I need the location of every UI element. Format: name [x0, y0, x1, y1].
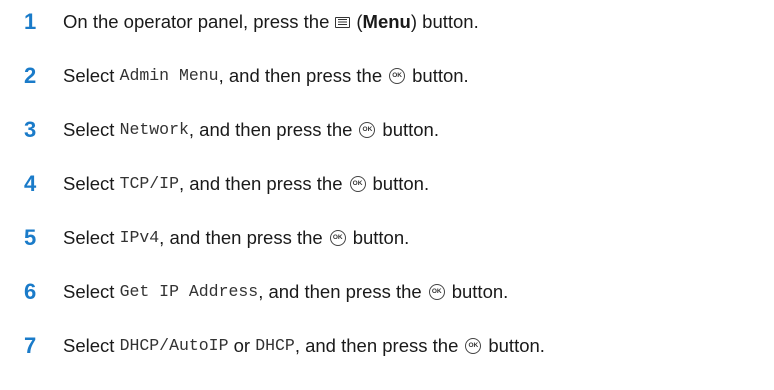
ok-button-icon: OK — [359, 122, 376, 138]
step-number: 6 — [24, 279, 37, 304]
step-text-part: On the operator panel, press the — [63, 11, 330, 32]
menu-button-name: Menu — [362, 11, 411, 32]
step-text-part: , and then press the — [159, 227, 323, 248]
step-number: 4 — [24, 171, 37, 196]
step-text-part: button. — [372, 173, 430, 194]
step-text-part: , and then press the — [178, 173, 343, 194]
step-text-part: button. — [352, 227, 410, 248]
step-text-part: button. — [412, 65, 469, 86]
menu-item-name: Network — [119, 120, 189, 139]
step-text-part: button. — [382, 119, 439, 140]
menu-item-name: DHCP — [255, 336, 295, 355]
step-text: Select IPv4, and then press the OK butto… — [63, 220, 409, 256]
step-text-part: ) button. — [410, 11, 479, 32]
step-number: 3 — [24, 117, 37, 142]
step-text: Select Admin Menu, and then press the OK… — [63, 58, 469, 94]
ok-button-icon: OK — [389, 68, 406, 84]
ok-button-icon: OK — [329, 230, 346, 246]
step-text: Select TCP/IP, and then press the OK but… — [63, 166, 429, 202]
step-text: Select Get IP Address, and then press th… — [63, 274, 508, 310]
step-text-part: Select — [63, 335, 115, 356]
menu-item-name: Get IP Address — [119, 282, 259, 301]
ok-button-icon: OK — [349, 176, 366, 192]
step-text-part: or — [233, 335, 251, 356]
step-text-part: Select — [63, 65, 115, 86]
step-text-part: Select — [63, 227, 115, 248]
menu-item-name: TCP/IP — [119, 174, 179, 193]
step-number: 1 — [24, 9, 37, 34]
menu-item-name: IPv4 — [119, 228, 160, 247]
step-text-part: Select — [63, 281, 115, 302]
step-text-part: Select — [63, 119, 115, 140]
menu-item-name: Admin Menu — [119, 66, 219, 85]
step-text-part: , and then press the — [188, 119, 353, 140]
step-text-part: Select — [63, 173, 115, 194]
instruction-steps: 1 On the operator panel, press the (Menu… — [0, 0, 774, 390]
step-text-part: , and then press the — [294, 335, 459, 356]
step-number: 2 — [24, 63, 37, 88]
step-text: Select Network, and then press the OK bu… — [63, 112, 439, 148]
step-text-part: button. — [451, 281, 509, 302]
ok-button-icon: OK — [428, 284, 445, 300]
menu-item-name: DHCP/AutoIP — [119, 336, 229, 355]
step-number: 7 — [24, 333, 37, 358]
step-text: Select DHCP/AutoIP or DHCP, and then pre… — [63, 328, 545, 364]
step-text-part: , and then press the — [218, 65, 383, 86]
step-text-part: , and then press the — [258, 281, 422, 302]
step-text: On the operator panel, press the (Menu) … — [63, 4, 479, 40]
menu-icon — [335, 16, 351, 28]
ok-button-icon: OK — [465, 338, 482, 354]
step-text-part: button. — [488, 335, 545, 356]
step-number: 5 — [24, 225, 37, 250]
